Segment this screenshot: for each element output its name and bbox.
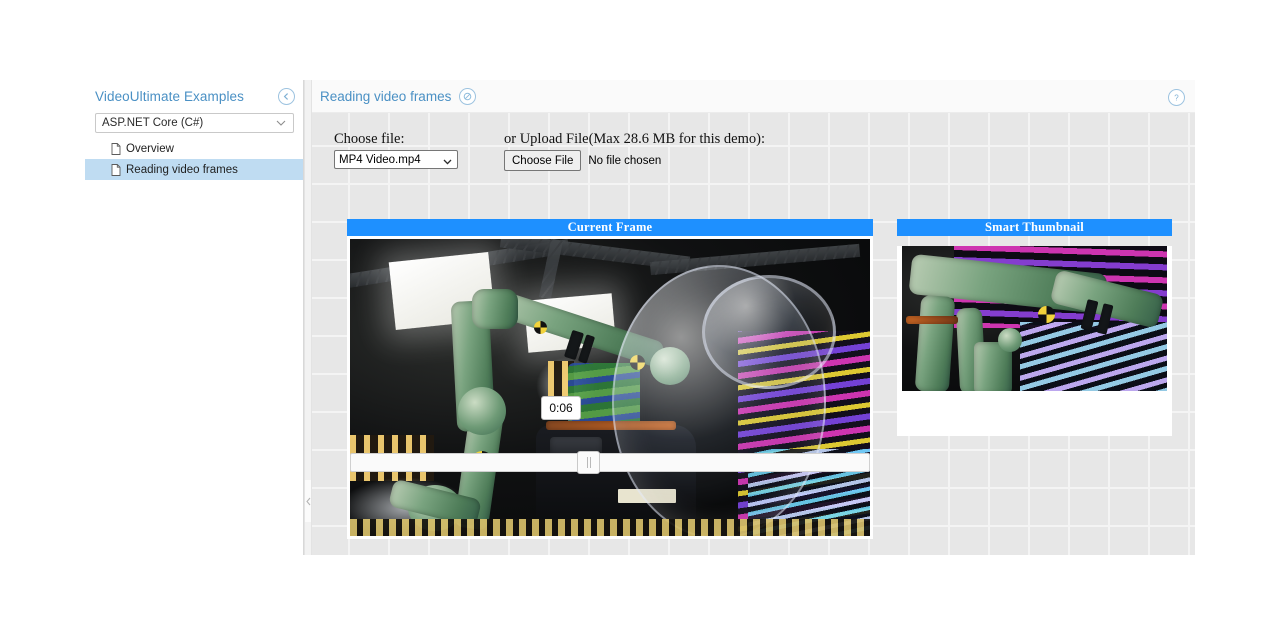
circle-chevron-left-icon[interactable] (278, 88, 295, 105)
framework-select-value: ASP.NET Core (C#) (102, 117, 204, 129)
smart-thumbnail-title: Smart Thumbnail (897, 219, 1172, 236)
sidebar-nav: Overview Reading video frames (85, 138, 303, 180)
choose-file-button[interactable]: Choose File (504, 150, 582, 171)
current-frame-panel: Current Frame (347, 219, 873, 539)
sidebar: VideoUltimate Examples ASP.NET Core (C#)… (85, 80, 304, 555)
chevron-down-icon (443, 156, 452, 168)
main-header: Reading video frames ? (312, 80, 1195, 113)
timeline-slider-handle[interactable] (577, 451, 600, 474)
slider-handle-icon (589, 457, 591, 468)
timeline-tooltip: 0:06 (541, 396, 581, 420)
circle-question-icon[interactable]: ? (1168, 89, 1185, 106)
app-root: VideoUltimate Examples ASP.NET Core (C#)… (0, 0, 1280, 640)
sidebar-item-overview[interactable]: Overview (85, 138, 303, 159)
smart-thumbnail-stage (897, 246, 1172, 436)
choose-file-field: Choose file: MP4 Video.mp4 (334, 131, 458, 171)
sidebar-item-label: Reading video frames (126, 163, 238, 176)
circle-link-icon[interactable] (459, 87, 477, 105)
page-title: Reading video frames (320, 88, 452, 104)
demo-canvas: Choose file: MP4 Video.mp4 or Upload Fil… (312, 113, 1195, 555)
upload-label: or Upload File(Max 28.6 MB for this demo… (504, 131, 765, 147)
current-frame-title: Current Frame (347, 219, 873, 236)
upload-row: Choose File No file chosen (504, 150, 765, 171)
current-frame-stage (347, 236, 873, 539)
timeline-slider[interactable] (347, 451, 873, 475)
sidebar-title: VideoUltimate Examples (95, 89, 245, 104)
form-spacer (458, 131, 504, 171)
choose-file-label: Choose file: (334, 131, 405, 147)
framework-select-wrapper: ASP.NET Core (C#) (85, 113, 303, 133)
panel-splitter[interactable] (304, 80, 312, 555)
upload-field: or Upload File(Max 28.6 MB for this demo… (504, 131, 765, 171)
smart-thumbnail-panel: Smart Thumbnail (897, 219, 1172, 436)
smart-thumbnail-image[interactable] (902, 246, 1167, 391)
main-panel: Reading video frames ? Choose file: MP4 … (312, 80, 1195, 555)
file-select[interactable]: MP4 Video.mp4 (334, 150, 458, 169)
file-form: Choose file: MP4 Video.mp4 or Upload Fil… (334, 131, 765, 171)
chevron-down-icon (276, 117, 286, 129)
document-icon (111, 163, 121, 176)
sidebar-item-label: Overview (126, 142, 174, 155)
sidebar-header: VideoUltimate Examples (85, 80, 303, 113)
timeline-slider-track[interactable] (350, 453, 870, 472)
sidebar-item-reading-video-frames[interactable]: Reading video frames (85, 159, 303, 180)
framework-select[interactable]: ASP.NET Core (C#) (95, 113, 294, 133)
file-select-value: MP4 Video.mp4 (339, 153, 421, 166)
current-frame-image[interactable] (350, 239, 870, 536)
splitter-collapse-arrow-icon[interactable] (305, 480, 311, 522)
document-icon (111, 142, 121, 155)
slider-handle-icon (586, 457, 588, 468)
svg-text:?: ? (1174, 93, 1179, 102)
no-file-chosen-text: No file chosen (588, 154, 662, 167)
